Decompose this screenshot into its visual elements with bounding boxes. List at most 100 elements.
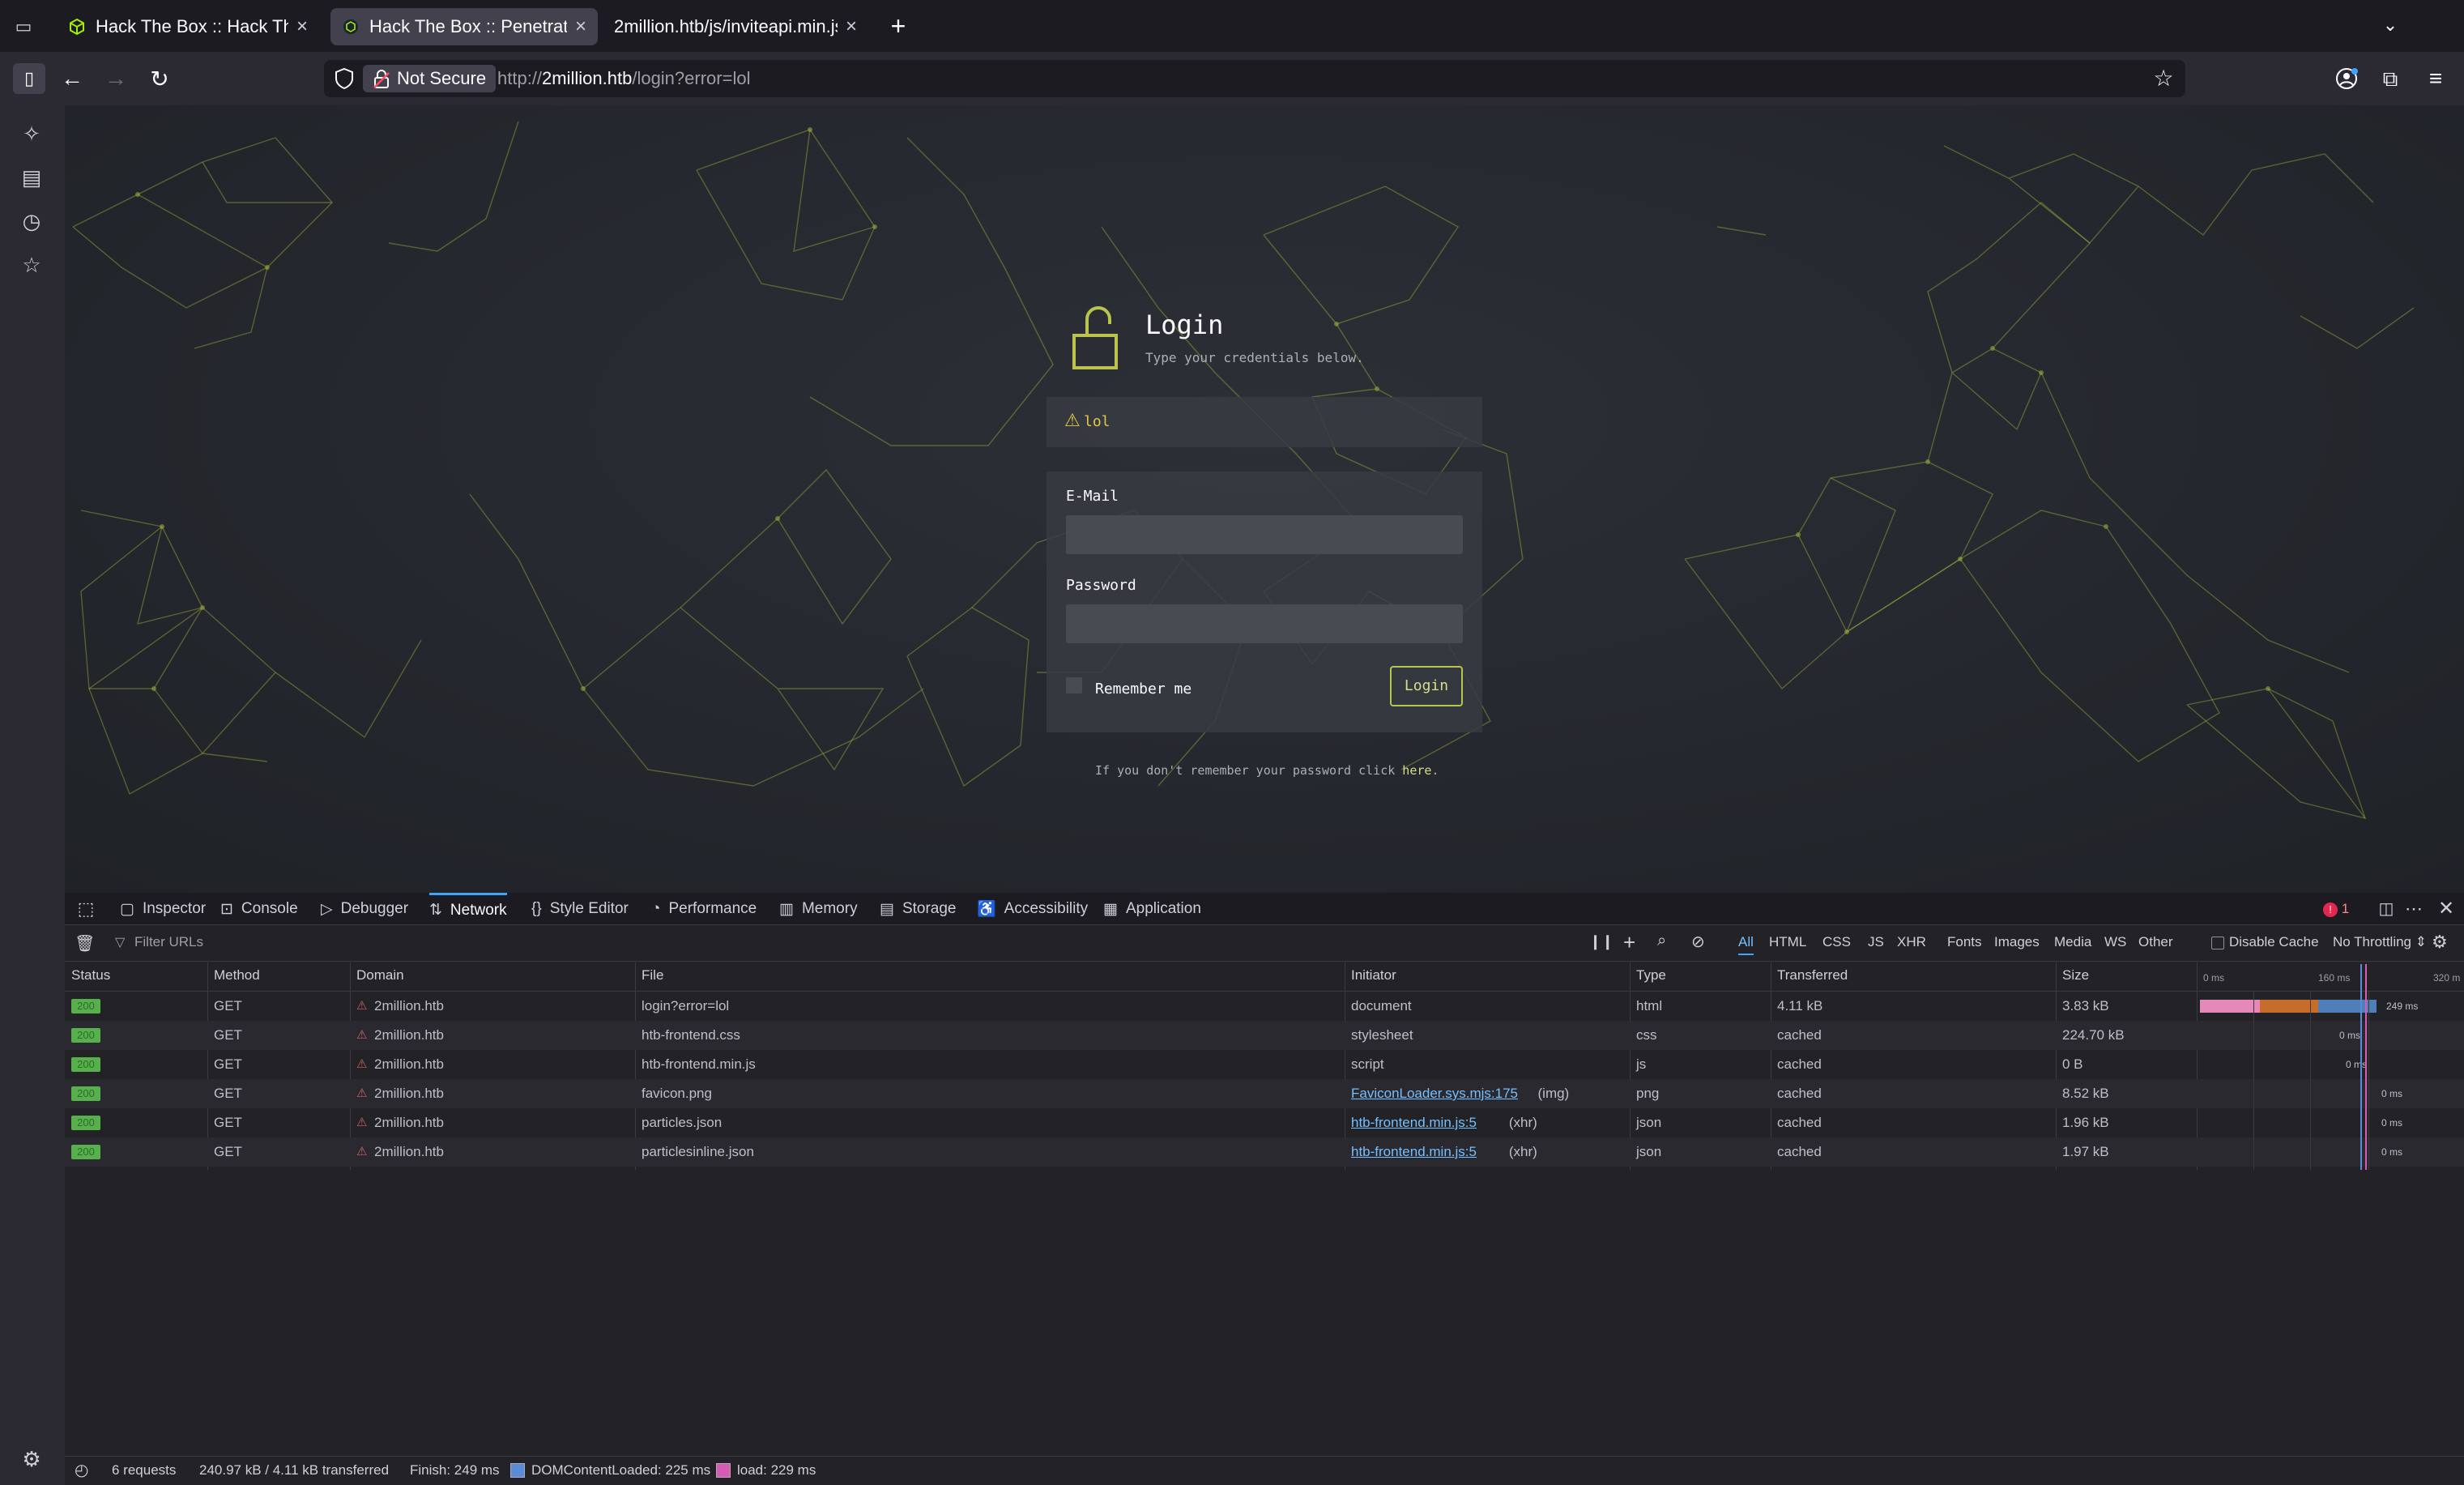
col-method[interactable]: Method [214,967,260,984]
new-tab-icon[interactable]: + [886,11,910,41]
type-filter-css[interactable]: CSS [1822,934,1851,950]
close-tab-icon[interactable]: × [846,15,857,38]
devtools-tab-style-editor[interactable]: {} Style Editor [531,893,629,925]
request-file: particlesinline.json [642,1144,754,1159]
block-requests-icon[interactable]: ⊘ [1691,932,1705,952]
col-domain[interactable]: Domain [356,967,404,984]
request-initiator[interactable]: htb-frontend.min.js:5 [1351,1144,1477,1160]
add-block-icon[interactable]: + [1623,930,1635,955]
type-filter-ws[interactable]: WS [2104,934,2126,950]
request-initiator[interactable]: htb-frontend.min.js:5 [1351,1115,1477,1131]
col-initiator[interactable]: Initiator [1351,967,1396,984]
login-button[interactable]: Login [1390,666,1463,706]
request-initiator: document [1351,998,1412,1013]
reload-icon[interactable]: ↻ [144,63,175,94]
type-filter-other[interactable]: Other [2138,934,2173,950]
tab-list-icon[interactable]: ▭ [11,15,36,39]
col-status[interactable]: Status [71,967,110,984]
request-size: 3.83 kB [2062,998,2109,1013]
account-icon[interactable] [2333,65,2360,92]
sidebar-settings-gear-icon[interactable]: ⚙ [16,1444,47,1474]
debugger-icon: ▷ [321,900,333,918]
sidebar-toggle-icon[interactable]: ▯ [13,63,45,94]
password-field[interactable] [1066,604,1463,643]
devtools-tab-inspector[interactable]: ▢ Inspector [120,893,206,925]
devtools-tab-network[interactable]: ⇅ Network [429,893,507,925]
remember-me-checkbox[interactable] [1066,677,1082,693]
hamburger-menu-icon[interactable]: ≡ [2422,65,2449,92]
status-badge: 200 [71,1145,100,1159]
performance-stopwatch-icon[interactable]: ◴ [75,1460,88,1480]
request-row[interactable]: 200 GET ⚠ 2million.htb particles.json htb-fro… [65,1108,2464,1137]
request-row[interactable]: 200 GET ⚠ 2million.htb particlesinline.json h… [65,1137,2464,1167]
col-type[interactable]: Type [1636,967,1666,984]
synced-tabs-icon[interactable]: ▤ [16,162,47,193]
insecure-connection-icon: ⚠ [356,1028,368,1042]
summary-requests: 6 requests [112,1462,177,1478]
more-options-icon[interactable]: ⋯ [2402,898,2425,920]
close-devtools-icon[interactable]: ✕ [2435,898,2458,920]
pause-icon[interactable]: ❙❙ [1589,933,1614,950]
bookmarks-star-icon[interactable]: ☆ [16,250,47,280]
dcl-swatch [510,1463,525,1478]
type-filter-all[interactable]: All [1738,934,1754,955]
type-filter-xhr[interactable]: XHR [1897,934,1926,950]
devtools-tab-accessibility[interactable]: ♿ Accessibility [977,893,1088,925]
bookmark-star-icon[interactable]: ☆ [2151,65,2176,92]
request-row[interactable]: 200 GET ⚠ 2million.htb htb-frontend.min.js sc… [65,1050,2464,1079]
dock-side-icon[interactable]: ◫ [2375,898,2398,920]
error-alert: ⚠ lol [1047,397,1482,447]
type-filter-fonts[interactable]: Fonts [1947,934,1982,950]
forward-arrow-icon[interactable]: → [100,63,131,94]
col-file[interactable]: File [642,967,663,984]
devtools-tab-application[interactable]: ▦ Application [1103,893,1201,925]
request-row[interactable]: 200 GET ⚠ 2million.htb login?error=lol docume… [65,992,2464,1021]
request-initiator[interactable]: FaviconLoader.sys.mjs:175 [1351,1086,1518,1102]
history-clock-icon[interactable]: ◷ [16,206,47,237]
clear-trash-icon[interactable]: 🗑 [75,933,95,954]
tab-title: 2million.htb/js/inviteapi.min.js [614,16,838,36]
extensions-puzzle-icon[interactable]: ⧉ [2377,65,2404,92]
chevron-down-icon[interactable]: ⌄ [2378,13,2402,37]
devtools-error-count[interactable]: ! 1 [2323,899,2349,919]
browser-tab-3[interactable]: 2million.htb/js/inviteapi.min.js × [603,8,868,45]
devtools-tab-debugger[interactable]: ▷ Debugger [321,893,408,925]
error-circle-icon: ! [2323,902,2338,917]
not-secure-badge[interactable]: Not Secure [363,65,497,92]
request-size: 224.70 kB [2062,1027,2125,1043]
forgot-password-link[interactable]: here [1402,763,1431,778]
browser-tab-2[interactable]: Hack The Box :: Penetration × [330,8,598,45]
request-row[interactable]: 200 GET ⚠ 2million.htb favicon.png FaviconLoa… [65,1079,2464,1108]
request-type: json [1636,1144,1662,1159]
type-filter-js[interactable]: JS [1868,934,1884,950]
filter-urls-input[interactable]: Filter URLs [134,934,1560,950]
url-text[interactable]: http://2million.htb/login?error=lol [497,66,750,91]
network-settings-gear-icon[interactable]: ⚙ [2432,932,2448,953]
search-icon[interactable]: ⌕ [1657,932,1666,950]
close-tab-icon[interactable]: × [296,15,308,38]
type-filter-html[interactable]: HTML [1769,934,1806,950]
tracking-shield-icon[interactable] [334,66,355,91]
devtools-tab-performance[interactable]: ◔ Performance [651,893,757,925]
throttling-select[interactable]: No Throttling ⇕ [2333,934,2427,950]
type-filter-media[interactable]: Media [2054,934,2091,950]
back-arrow-icon[interactable]: ← [57,63,87,94]
email-field[interactable] [1066,515,1463,554]
devtools-tab-storage[interactable]: ▤ Storage [880,893,957,925]
element-picker-icon[interactable]: ⬚ [73,893,99,925]
type-filter-images[interactable]: Images [1994,934,2040,950]
disable-cache-checkbox[interactable] [2211,937,2224,949]
summary-transferred: 240.97 kB / 4.11 kB transferred [199,1462,390,1478]
insecure-connection-icon: ⚠ [356,1057,368,1071]
request-row[interactable]: 200 GET ⚠ 2million.htb htb-frontend.css style… [65,1021,2464,1050]
ai-chat-icon[interactable]: ✧ [16,118,47,149]
status-badge: 200 [71,1057,100,1072]
devtools-tab-memory[interactable]: ▥ Memory [779,893,858,925]
devtools-tab-console[interactable]: ⊡ Console [220,893,298,925]
col-transferred[interactable]: Transferred [1777,967,1848,984]
request-type: png [1636,1086,1660,1101]
request-method: GET [214,998,242,1013]
browser-tab-1[interactable]: Hack The Box :: Hack The B × [57,8,319,45]
col-size[interactable]: Size [2062,967,2089,984]
close-tab-icon[interactable]: × [575,15,586,38]
